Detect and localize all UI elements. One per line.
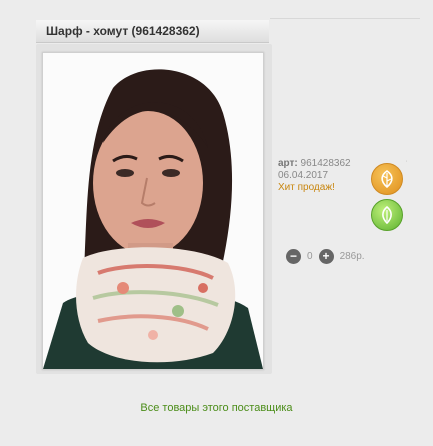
separator-dot: ˈ bbox=[405, 160, 409, 171]
price: 286р. bbox=[339, 250, 365, 262]
bestseller-label: Хит продаж! bbox=[278, 182, 335, 193]
product-meta: арт: 961428362 06.04.2017 Хит продаж! bbox=[278, 158, 351, 194]
increment-button[interactable]: + bbox=[318, 248, 334, 264]
date-line: 06.04.2017 bbox=[278, 170, 329, 181]
title-bar: Шарф - хомут (961428362) bbox=[36, 20, 269, 43]
quantity-stepper[interactable]: − 0 + 286р. bbox=[286, 248, 365, 264]
article-line: арт: 961428362 bbox=[278, 158, 351, 170]
decrement-button[interactable]: − bbox=[286, 248, 301, 264]
article-label: арт: bbox=[278, 158, 298, 169]
product-photo-frame[interactable] bbox=[42, 52, 264, 370]
quantity-value: 0 bbox=[307, 250, 313, 262]
article-value: 961428362 bbox=[300, 158, 351, 169]
product-card: Шарф - хомут (961428362) арт: 961428362 … bbox=[0, 0, 433, 446]
leaf-add-icon bbox=[382, 205, 392, 225]
product-photo[interactable] bbox=[43, 53, 263, 369]
all-supplier-products-link[interactable]: Все товары этого поставщика bbox=[0, 402, 433, 414]
product-title: Шарф - хомут (961428362) bbox=[46, 24, 200, 38]
favorite-button[interactable] bbox=[371, 163, 403, 195]
leaf-favorite-icon bbox=[381, 170, 393, 189]
divider bbox=[270, 18, 420, 19]
add-to-basket-button[interactable] bbox=[371, 199, 403, 231]
